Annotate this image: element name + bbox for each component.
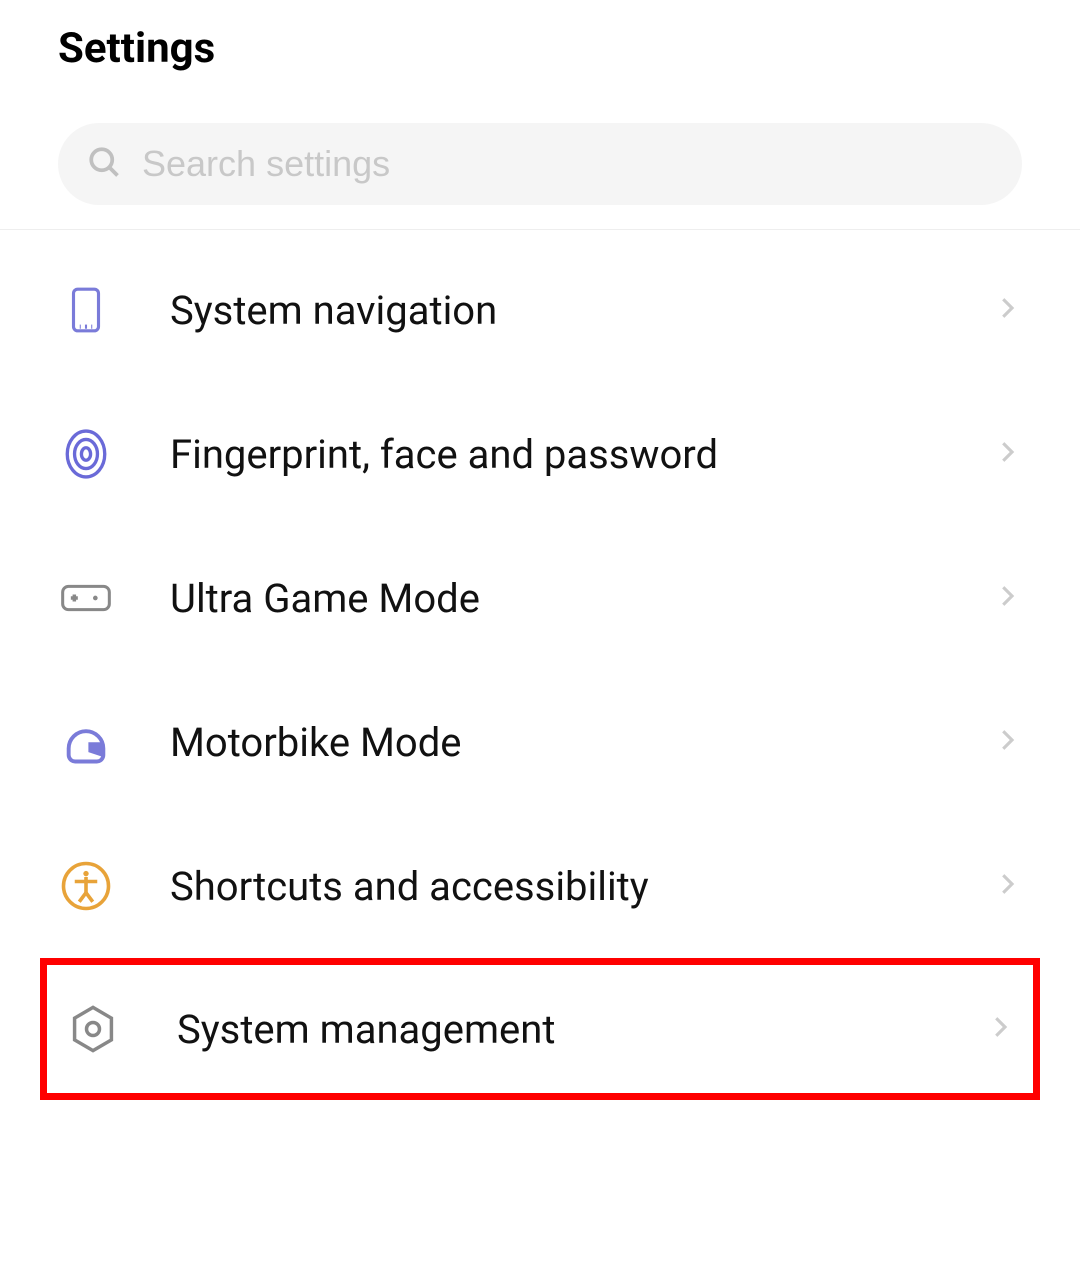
- gamepad-icon: [58, 570, 114, 626]
- settings-item-system-management[interactable]: System management: [40, 958, 1040, 1100]
- accessibility-icon: [58, 858, 114, 914]
- chevron-right-icon: [992, 437, 1022, 471]
- chevron-right-icon: [992, 869, 1022, 903]
- search-bar[interactable]: [58, 123, 1022, 205]
- settings-item-accessibility[interactable]: Shortcuts and accessibility: [0, 814, 1080, 958]
- helmet-icon: [58, 714, 114, 770]
- chevron-right-icon: [992, 725, 1022, 759]
- search-container: [0, 123, 1080, 229]
- settings-item-label: Shortcuts and accessibility: [170, 863, 936, 910]
- settings-item-label: Fingerprint, face and password: [170, 431, 936, 478]
- fingerprint-icon: [58, 426, 114, 482]
- settings-item-label: System management: [177, 1006, 929, 1053]
- settings-item-motorbike-mode[interactable]: Motorbike Mode: [0, 670, 1080, 814]
- settings-item-ultra-game-mode[interactable]: Ultra Game Mode: [0, 526, 1080, 670]
- page-title: Settings: [58, 24, 1022, 73]
- chevron-right-icon: [992, 293, 1022, 327]
- settings-item-system-navigation[interactable]: System navigation: [0, 238, 1080, 382]
- settings-item-fingerprint[interactable]: Fingerprint, face and password: [0, 382, 1080, 526]
- search-input[interactable]: [142, 143, 994, 185]
- settings-list: System navigation Fingerprint, face and …: [0, 230, 1080, 1100]
- search-icon: [86, 144, 122, 184]
- settings-item-label: Ultra Game Mode: [170, 575, 936, 622]
- chevron-right-icon: [992, 581, 1022, 615]
- phone-icon: [58, 282, 114, 338]
- gear-hex-icon: [65, 1001, 121, 1057]
- header: Settings: [0, 0, 1080, 123]
- settings-item-label: System navigation: [170, 287, 936, 334]
- chevron-right-icon: [985, 1012, 1015, 1046]
- settings-item-label: Motorbike Mode: [170, 719, 936, 766]
